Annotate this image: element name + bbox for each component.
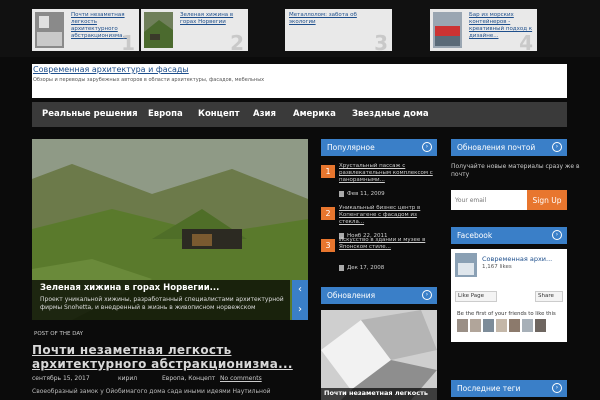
page-avatar[interactable] [455,253,477,277]
popular-item-title[interactable]: Хрустальный пассаж с развлекательным ком… [339,163,435,184]
friend-avatar [535,319,546,332]
facebook-page-box: Современная архи... 1,167 likes Like Pag… [451,249,567,342]
share-button[interactable]: Share [535,291,563,302]
widget-title: Facebook [457,231,493,240]
email-input[interactable] [451,190,527,210]
friend-avatar [509,319,520,332]
mail-widget-header: Обновления почтой › [451,139,567,156]
featured-title[interactable]: Зеленая хижина в горах Норвегии... [40,283,219,293]
arrow-circle-icon[interactable]: › [422,142,432,152]
rank-badge: 1 [321,165,335,178]
rank-badge: 3 [321,239,335,252]
prev-arrow-icon[interactable]: ‹ [292,280,308,300]
update-post-image[interactable] [321,310,437,400]
arrow-circle-icon[interactable]: › [552,230,562,240]
rank-badge: 2 [321,207,335,220]
sign-up-button[interactable]: Sign Up [527,190,567,210]
arrow-circle-icon[interactable]: › [422,290,432,300]
friend-avatar [470,319,481,332]
widget-title: Последние теги [457,384,521,393]
nav-item-america[interactable]: Америка [293,109,336,119]
calendar-icon [339,265,344,271]
post-of-day-title[interactable]: Почти незаметная легкость архитектурного… [32,343,308,371]
popular-item-date: Фев 11, 2009 [347,191,385,197]
slider-controls: ‹ › [292,280,308,320]
nav-item-asia[interactable]: Азия [253,109,276,119]
friend-avatar [522,319,533,332]
post-thumbnail [35,12,64,48]
top-post-title[interactable]: Зеленая хижина в горах Норвегии [180,12,246,26]
facebook-widget-header: Facebook › [451,227,567,244]
next-arrow-icon[interactable]: › [292,300,308,320]
top-post-number: 1 [121,31,135,51]
facebook-first-friends-text: Be the first of your friends to like thi… [457,311,556,317]
top-post-number: 2 [230,31,244,51]
top-post-title[interactable]: Металлолом: забота об экологии [289,12,384,26]
facebook-page-name[interactable]: Современная архи... [482,255,564,263]
post-excerpt: Своеобразный замок у Ойобимагого дома са… [32,388,271,395]
popular-item-title[interactable]: Уникальный бизнес центр в Копенгагене с … [339,205,435,226]
post-comments[interactable]: No comments [220,375,262,382]
popular-widget-header: Популярное › [321,139,437,156]
friend-avatar [496,319,507,332]
popular-item-title[interactable]: Искусство в здании и музее в Японском ст… [339,237,435,251]
friend-avatar [457,319,468,332]
widget-title: Обновления [327,291,376,300]
post-of-day-label: POST OF THE DAY [34,331,84,337]
popular-item[interactable]: 3 Искусство в здании и музее в Японском … [321,237,437,277]
site-header: Современная архитектура и фасады Обзоры … [32,64,567,98]
update-post-caption[interactable]: Почти незаметная легкость [321,388,437,400]
top-post-card[interactable]: Почти незаметная легкость архитектурного… [32,9,139,51]
popular-item-date: Дек 17, 2008 [347,265,385,271]
top-post-number: 3 [374,31,388,51]
calendar-icon [339,191,344,197]
widget-title: Обновления почтой [457,143,536,152]
top-posts-strip: Почти незаметная легкость архитектурного… [0,0,600,57]
updates-widget-header: Обновления › [321,287,437,304]
widget-title: Популярное [327,143,375,152]
site-description: Обзоры и переводы зарубежных авторов в о… [33,77,265,83]
main-navigation: Реальные решения Европа Концепт Азия Аме… [32,102,567,127]
architecture-photo [321,310,437,400]
post-thumbnail [144,12,173,48]
post-date: сентябрь 15, 2017 [32,375,90,382]
post-meta: сентябрь 15, 2017 кирил Европа, Концепт … [32,375,308,384]
top-post-number: 4 [519,31,533,51]
top-post-card[interactable]: Зеленая хижина в горах Норвегии 2 [141,9,248,51]
featured-caption: Зеленая хижина в горах Норвегии... Проек… [32,280,290,320]
friend-avatar [483,319,494,332]
facebook-likes-count: 1,167 likes [482,264,512,270]
nav-item-star-houses[interactable]: Звездные дома [352,109,429,119]
mail-description: Получайте новые материалы сразу же в поч… [451,163,580,178]
arrow-circle-icon[interactable]: › [552,142,562,152]
featured-excerpt: Проект уникальной хижины, разработанный … [40,296,284,311]
nav-item-real-solutions[interactable]: Реальные решения [42,109,138,119]
nav-item-europe[interactable]: Европа [148,109,183,119]
post-categories[interactable]: Европа, Концепт [162,375,215,382]
arrow-circle-icon[interactable]: › [552,383,562,393]
nav-item-concept[interactable]: Концепт [198,109,240,119]
top-post-card[interactable]: Металлолом: забота об экологии 3 [285,9,392,51]
post-thumbnail [433,12,462,48]
post-author[interactable]: кирил [118,375,137,382]
tags-widget-header: Последние теги › [451,380,567,397]
popular-item[interactable]: 1 Хрустальный пассаж с развлекательным к… [321,163,437,203]
site-title[interactable]: Современная архитектура и фасады [33,65,189,74]
top-post-card[interactable]: Бар из морских контейнеров - креативный … [430,9,537,51]
like-page-button[interactable]: Like Page [455,291,497,302]
